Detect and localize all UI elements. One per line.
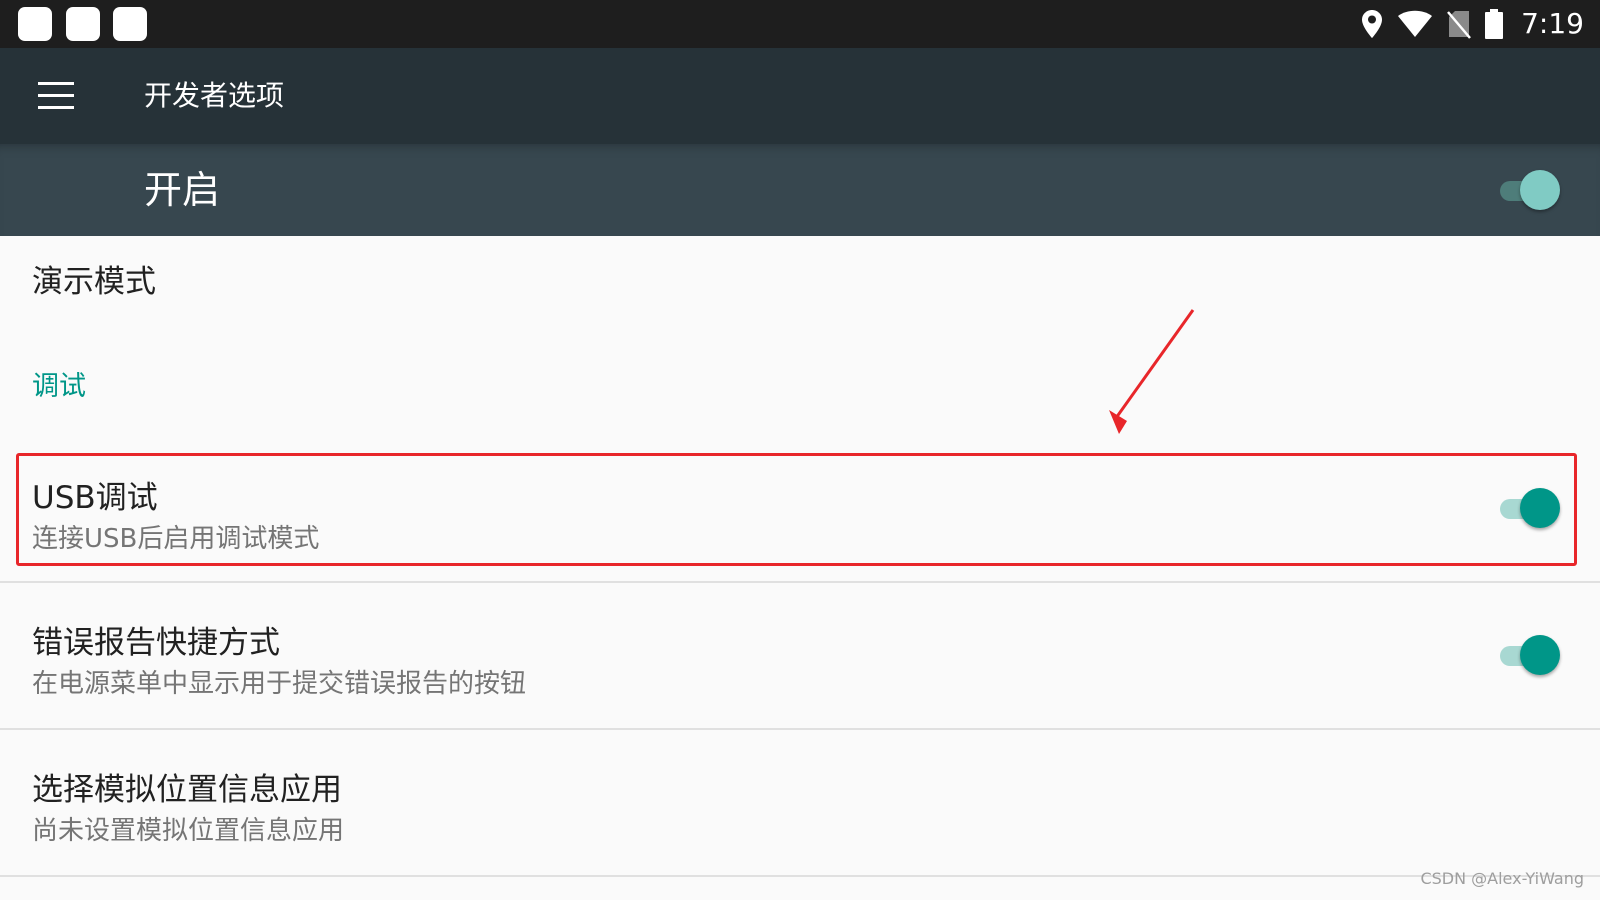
master-switch-bar[interactable]: 开启: [0, 144, 1600, 236]
notification-icon: [66, 7, 100, 41]
pref-title: 演示模式: [32, 264, 156, 300]
notification-icon: [113, 7, 147, 41]
page-title: 开发者选项: [144, 79, 285, 112]
bugreport-shortcut-toggle[interactable]: [1498, 633, 1562, 677]
category-header-debug: 调试: [32, 371, 86, 402]
clock: 7:19: [1521, 7, 1584, 40]
pref-title: 选择模拟位置信息应用: [32, 772, 342, 808]
divider: [0, 875, 1600, 877]
master-toggle-switch[interactable]: [1498, 168, 1562, 212]
annotation-highlight-box: [16, 453, 1577, 566]
pref-summary: 尚未设置模拟位置信息应用: [32, 816, 345, 846]
pref-title: 错误报告快捷方式: [32, 625, 280, 661]
notification-icon: [18, 7, 52, 41]
app-toolbar: 开发者选项: [0, 48, 1600, 144]
watermark: CSDN @Alex-YiWang: [1420, 869, 1584, 888]
pref-summary: 在电源菜单中显示用于提交错误报告的按钮: [32, 669, 527, 699]
switch-thumb: [1520, 170, 1560, 210]
switch-thumb: [1520, 635, 1560, 675]
annotation-arrow-icon: [1109, 309, 1195, 434]
battery-icon: [1485, 9, 1504, 39]
pref-bugreport-shortcut[interactable]: 错误报告快捷方式 在电源菜单中显示用于提交错误报告的按钮: [0, 583, 1600, 728]
wifi-icon: [1397, 10, 1433, 38]
pref-mock-location-app[interactable]: 选择模拟位置信息应用 尚未设置模拟位置信息应用: [0, 730, 1600, 875]
pref-demo-mode[interactable]: 演示模式: [0, 236, 1600, 336]
master-switch-label: 开启: [144, 168, 221, 212]
hamburger-menu-icon[interactable]: [30, 74, 80, 118]
location-icon: [1361, 9, 1383, 39]
status-bar: 7:19: [0, 0, 1600, 48]
no-sim-icon: [1447, 9, 1472, 39]
